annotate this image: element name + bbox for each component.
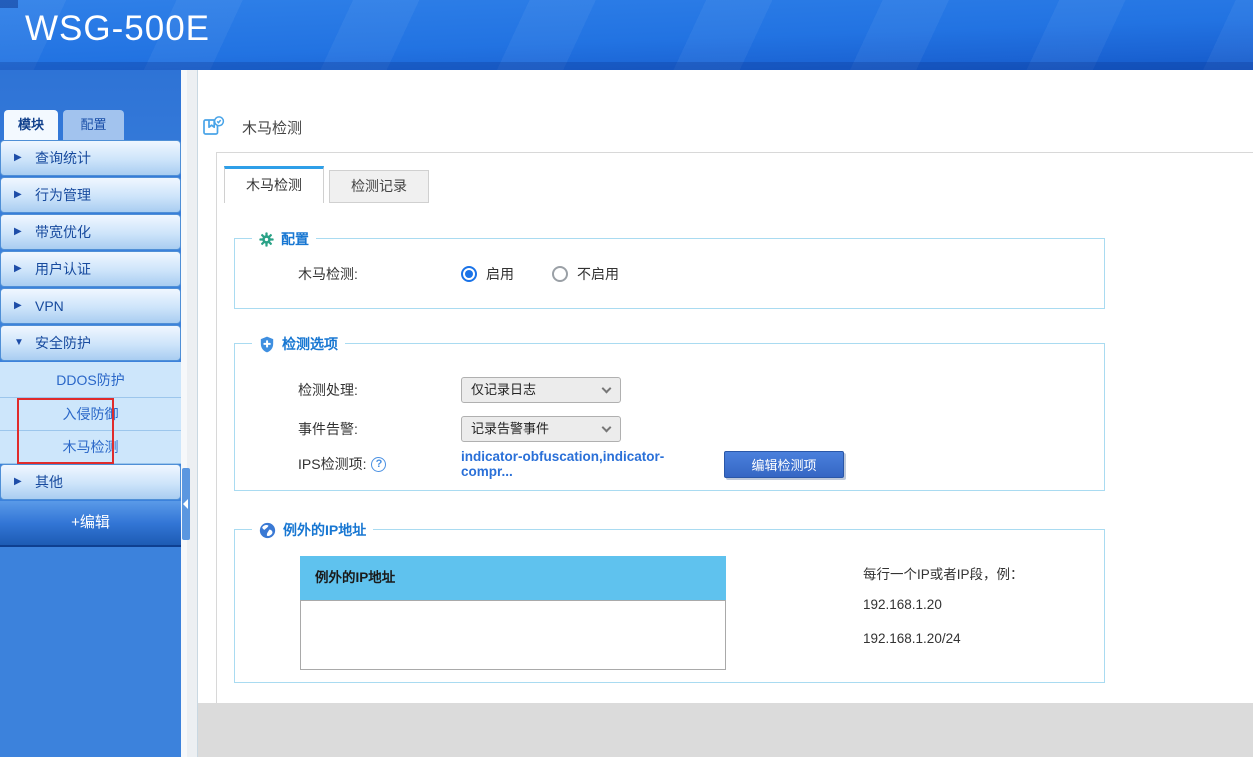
sidebar-item-other[interactable]: ▶ 其他 [0, 464, 181, 500]
chevron-right-icon: ▶ [14, 252, 22, 286]
chevron-left-icon [183, 499, 188, 509]
globe-icon [259, 522, 276, 539]
radio-enable[interactable]: 启用 [461, 264, 514, 284]
section-exception-ip: 例外的IP地址 例外的IP地址 每行一个IP或者IP段，例： 192.168.1… [234, 529, 1105, 683]
event-alert-label: 事件告警: [298, 419, 461, 439]
exception-ip-table-header: 例外的IP地址 [300, 556, 726, 600]
sidebar-tab-modules[interactable]: 模块 [4, 110, 58, 140]
sidebar-item-behavior-mgmt[interactable]: ▶ 行为管理 [0, 177, 181, 213]
chevron-down-icon: ▼ [14, 326, 24, 360]
sidebar-item-query-stats[interactable]: ▶ 查询统计 [0, 140, 181, 176]
detect-process-row: 检测处理: 仅记录日志 [235, 377, 1104, 403]
sidebar-item-label: 安全防护 [35, 335, 91, 351]
ip-hint-text: 每行一个IP或者IP段，例： [863, 563, 1024, 583]
sidebar-tabbar: 模块 配置 [4, 110, 124, 140]
breadcrumb: 木马检测 [201, 115, 302, 139]
sidebar-item-label: 带宽优化 [35, 224, 91, 240]
sidebar-item-label: 查询统计 [35, 150, 91, 166]
footer-bar [198, 703, 1253, 757]
ips-items-label: IPS检测项: [298, 454, 366, 474]
radio-disable-label: 不启用 [577, 264, 619, 284]
chevron-down-icon [602, 423, 612, 433]
chevron-right-icon: ▶ [14, 215, 22, 249]
section-legend-text: 配置 [281, 229, 309, 249]
tab-trojan-detect[interactable]: 木马检测 [224, 166, 324, 203]
page-check-icon [201, 115, 225, 139]
sidebar-item-ddos[interactable]: DDOS防护 [0, 362, 181, 398]
sidebar-collapse-handle[interactable] [182, 468, 190, 540]
radio-button-icon[interactable] [552, 266, 568, 282]
tabstrip: 木马检测 检测记录 [217, 153, 1253, 203]
sidebar-item-vpn[interactable]: ▶ VPN [0, 288, 181, 324]
section-legend-text: 检测选项 [282, 334, 338, 354]
sidebar-item-intrusion[interactable]: 入侵防御 [0, 398, 181, 431]
help-icon[interactable]: ? [371, 457, 386, 472]
ips-items-row: IPS检测项: ? indicator-obfuscation,indicato… [235, 449, 1104, 479]
app-header: WSG-500E [0, 0, 1253, 70]
radio-enable-label: 启用 [486, 264, 514, 284]
tab-detect-records[interactable]: 检测记录 [329, 170, 429, 203]
exception-ip-textarea[interactable] [300, 600, 726, 670]
sidebar-item-label: 用户认证 [35, 261, 91, 277]
chevron-down-icon [602, 384, 612, 394]
ips-items-label-wrap: IPS检测项: ? [298, 454, 461, 474]
gear-icon [259, 232, 274, 247]
sidebar-tab-config[interactable]: 配置 [63, 110, 124, 140]
chevron-right-icon: ▶ [14, 465, 22, 499]
ip-hint-example-2: 192.168.1.20/24 [863, 631, 961, 646]
sidebar-item-security[interactable]: ▼ 安全防护 [0, 325, 181, 361]
trojan-detect-label: 木马检测: [298, 264, 461, 284]
sidebar-edit-button[interactable]: +编辑 [0, 501, 181, 547]
config-row: 木马检测: 启用 不启用 [235, 264, 1104, 284]
select-value: 仅记录日志 [471, 382, 536, 397]
sidebar-item-user-auth[interactable]: ▶ 用户认证 [0, 251, 181, 287]
sidebar-item-label: 行为管理 [35, 187, 91, 203]
page: WSG-500E 模块 配置 ▶ 查询统计 ▶ 行为管理 ▶ 带宽优化 ▶ 用户… [0, 0, 1253, 757]
content-panel: 木马检测 检测记录 配置 [216, 152, 1253, 703]
ip-hint-example-1: 192.168.1.20 [863, 597, 942, 612]
chevron-right-icon: ▶ [14, 289, 22, 323]
section-legend-text: 例外的IP地址 [283, 520, 366, 540]
section-options-legend: 检测选项 [252, 334, 345, 354]
sidebar-menu: ▶ 查询统计 ▶ 行为管理 ▶ 带宽优化 ▶ 用户认证 ▶ VPN ▼ 安全防护 [0, 140, 181, 547]
sidebar-gutter [181, 70, 197, 757]
ips-items-value-link[interactable]: indicator-obfuscation,indicator-compr... [461, 449, 706, 479]
main-content: 木马检测 木马检测 检测记录 [197, 70, 1253, 757]
section-exceptions-legend: 例外的IP地址 [252, 520, 373, 540]
sidebar-item-label: 其他 [35, 474, 63, 490]
sidebar-item-bandwidth-opt[interactable]: ▶ 带宽优化 [0, 214, 181, 250]
sidebar-item-label: VPN [35, 298, 64, 314]
app-title: WSG-500E [25, 9, 210, 49]
radio-button-icon[interactable] [461, 266, 477, 282]
chevron-right-icon: ▶ [14, 178, 22, 212]
radio-disable[interactable]: 不启用 [552, 264, 619, 284]
detect-process-label: 检测处理: [298, 380, 461, 400]
event-alert-row: 事件告警: 记录告警事件 [235, 416, 1104, 442]
section-config: 配置 木马检测: 启用 不启用 [234, 238, 1105, 309]
section-detect-options: 检测选项 检测处理: 仅记录日志 事件告警: 记录告警事件 [234, 343, 1105, 491]
sidebar-submenu-security: DDOS防护 入侵防御 木马检测 [0, 362, 181, 464]
select-value: 记录告警事件 [471, 421, 549, 436]
event-alert-select[interactable]: 记录告警事件 [461, 416, 621, 442]
sidebar-item-trojan[interactable]: 木马检测 [0, 431, 181, 464]
detect-process-select[interactable]: 仅记录日志 [461, 377, 621, 403]
page-title: 木马检测 [242, 117, 302, 138]
edit-detect-items-button[interactable]: 编辑检测项 [724, 451, 844, 478]
sidebar: 模块 配置 ▶ 查询统计 ▶ 行为管理 ▶ 带宽优化 ▶ 用户认证 ▶ VPN [0, 70, 181, 757]
section-config-legend: 配置 [252, 229, 316, 249]
shield-plus-icon [259, 336, 275, 353]
chevron-right-icon: ▶ [14, 141, 22, 175]
